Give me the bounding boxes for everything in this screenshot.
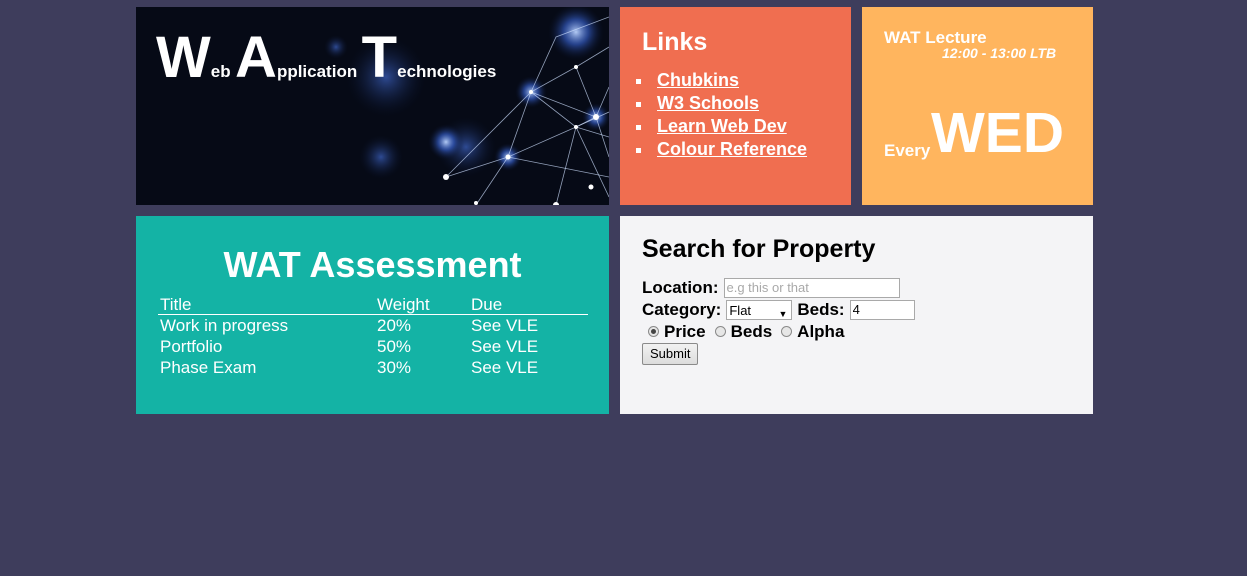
sort-price-label: Price bbox=[664, 321, 706, 341]
sort-row: Price Beds Alpha bbox=[642, 321, 1093, 343]
cell-title: Work in progress bbox=[160, 316, 289, 335]
table-row: Portfolio 50% See VLE bbox=[158, 336, 588, 357]
links-list: Chubkins W3 Schools Learn Web Dev Colour… bbox=[642, 69, 851, 161]
location-label: Location: bbox=[642, 277, 719, 297]
lecture-every-label: Every bbox=[884, 141, 931, 160]
link-chubkins[interactable]: Chubkins bbox=[657, 70, 739, 90]
list-item: Learn Web Dev bbox=[653, 115, 851, 138]
category-row: Category: Flat ▼ Beds: bbox=[642, 299, 1093, 321]
category-select[interactable]: Flat bbox=[726, 300, 793, 320]
banner-tile: Web Application Technologies bbox=[136, 7, 609, 205]
cell-weight: 20% bbox=[377, 316, 412, 335]
list-item: W3 Schools bbox=[653, 92, 851, 115]
link-colour-reference[interactable]: Colour Reference bbox=[657, 139, 807, 159]
cell-due: See VLE bbox=[471, 337, 539, 356]
banner-initial-a: A bbox=[235, 25, 277, 90]
sort-beds-label: Beds bbox=[730, 321, 773, 341]
location-row: Location: bbox=[642, 277, 1093, 299]
beds-input[interactable] bbox=[849, 299, 915, 320]
list-item: Chubkins bbox=[653, 69, 851, 92]
cell-weight: 30% bbox=[377, 358, 412, 377]
banner-word-echnologies: echnologies bbox=[397, 62, 497, 81]
assessment-table: Title Weight Due Work in progress 20% Se… bbox=[158, 294, 588, 378]
column-header-due: Due bbox=[469, 294, 588, 315]
sort-beds-radio[interactable] bbox=[714, 326, 726, 337]
category-label: Category: bbox=[642, 299, 722, 319]
column-header-weight: Weight bbox=[375, 294, 469, 315]
links-heading: Links bbox=[642, 28, 708, 56]
sort-alpha-radio[interactable] bbox=[781, 326, 793, 337]
banner-initial-t: T bbox=[361, 25, 398, 90]
links-tile: Links Chubkins W3 Schools Learn Web Dev … bbox=[620, 7, 851, 205]
table-row: Work in progress 20% See VLE bbox=[158, 315, 588, 337]
banner-word-pplication: pplication bbox=[276, 62, 358, 81]
submit-button[interactable]: Submit bbox=[642, 342, 699, 365]
beds-label: Beds: bbox=[797, 299, 845, 319]
cell-title: Portfolio bbox=[160, 337, 223, 356]
link-learn-web-dev[interactable]: Learn Web Dev bbox=[657, 116, 787, 136]
cell-due: See VLE bbox=[471, 358, 539, 377]
cell-title: Phase Exam bbox=[160, 358, 257, 377]
sort-alpha-label: Alpha bbox=[797, 321, 845, 341]
category-select-wrap: Flat ▼ bbox=[721, 299, 797, 321]
lecture-time: 12:00 - 13:00 LTB bbox=[942, 45, 1057, 61]
table-row: Phase Exam 30% See VLE bbox=[158, 357, 588, 378]
cell-due: See VLE bbox=[471, 316, 539, 335]
assessment-tile: WAT Assessment Title Weight Due Work in … bbox=[136, 216, 609, 414]
search-heading: Search for Property bbox=[642, 235, 876, 263]
cell-weight: 50% bbox=[377, 337, 412, 356]
table-header-row: Title Weight Due bbox=[158, 294, 588, 315]
list-item: Colour Reference bbox=[653, 138, 851, 161]
banner-initial-w: W bbox=[156, 25, 211, 90]
banner-title: Web Application Technologies bbox=[156, 29, 496, 87]
link-w3-schools[interactable]: W3 Schools bbox=[657, 93, 759, 113]
sort-price-radio[interactable] bbox=[648, 326, 659, 337]
assessment-title: WAT Assessment bbox=[223, 244, 522, 285]
location-input[interactable] bbox=[723, 277, 900, 298]
banner-word-eb: eb bbox=[210, 62, 231, 81]
lecture-day: WED bbox=[931, 101, 1064, 165]
column-header-title: Title bbox=[158, 294, 375, 315]
search-tile: Search for Property Location: Category: … bbox=[620, 216, 1093, 414]
lecture-tile: WAT Lecture 12:00 - 13:00 LTB Every WED bbox=[862, 7, 1093, 205]
